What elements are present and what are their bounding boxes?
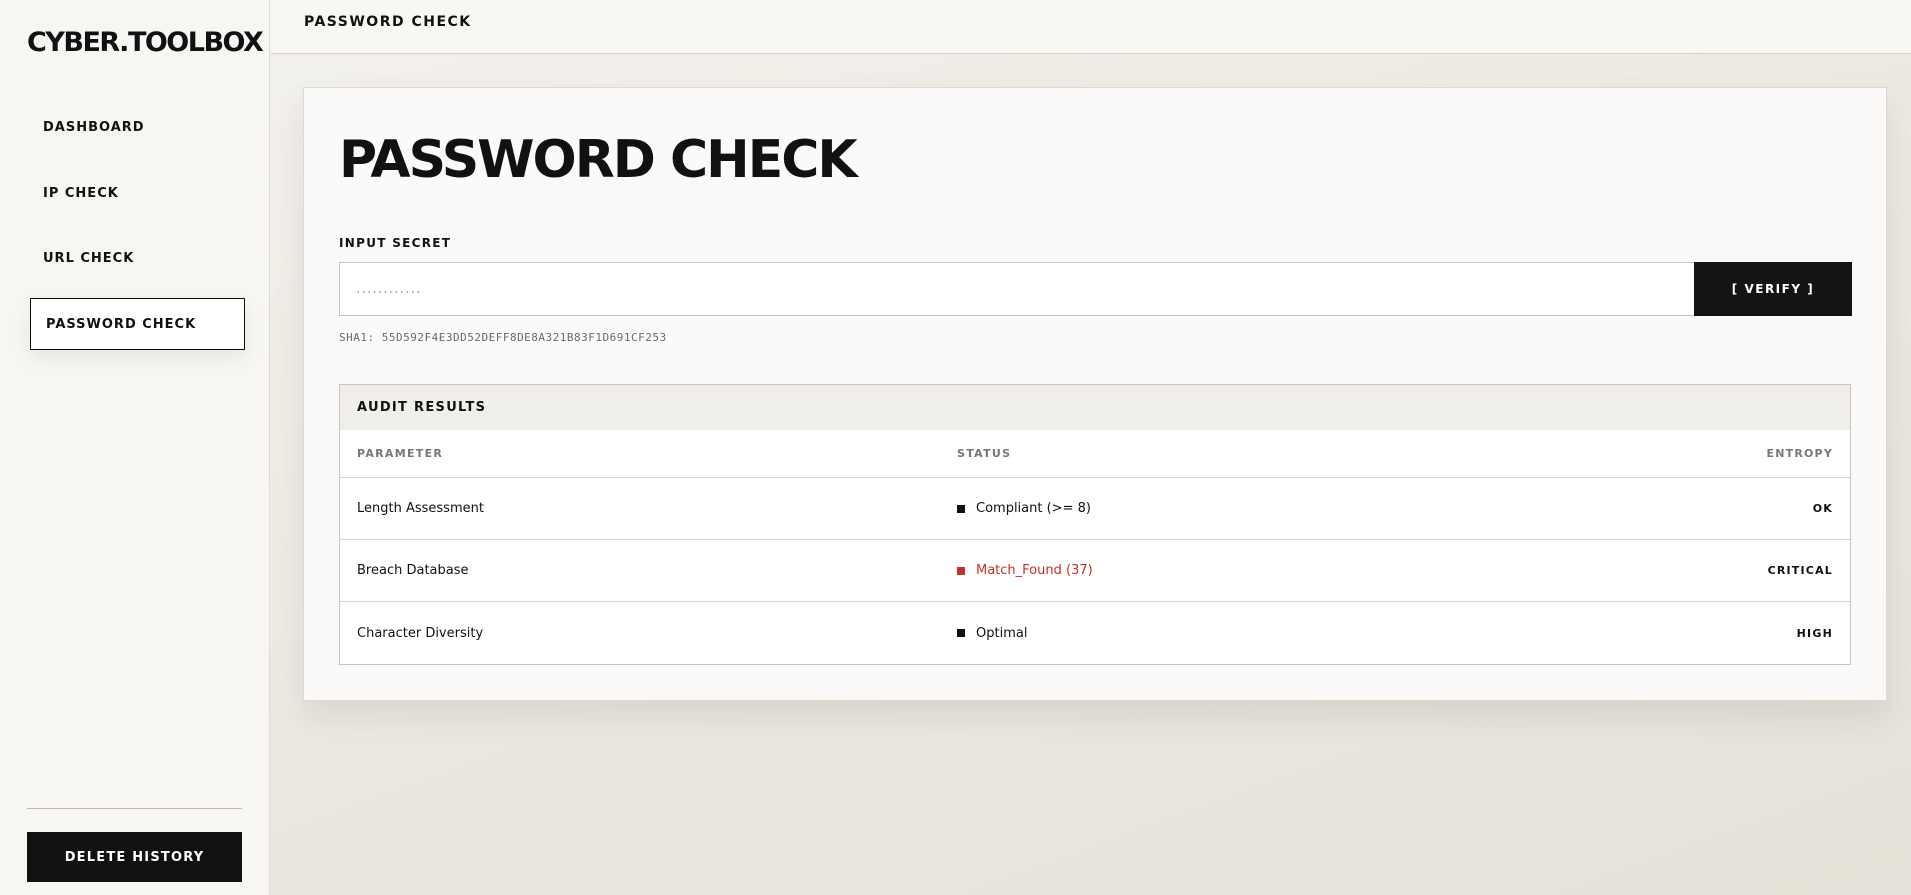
sidebar-item-label: IP CHECK bbox=[43, 185, 119, 201]
status-text: Optimal bbox=[976, 625, 1028, 641]
column-header-entropy: ENTROPY bbox=[1766, 447, 1833, 460]
sidebar-item-dashboard[interactable]: DASHBOARD bbox=[30, 101, 245, 153]
column-header-parameter: PARAMETER bbox=[357, 447, 444, 460]
parameter-cell: Breach Database bbox=[357, 563, 469, 578]
table-header-row: PARAMETER STATUS ENTROPY bbox=[340, 430, 1850, 478]
audit-results-table: AUDIT RESULTS PARAMETER STATUS ENTROPY L… bbox=[339, 384, 1851, 665]
status-square-icon bbox=[957, 629, 965, 637]
sidebar-item-url-check[interactable]: URL CHECK bbox=[30, 232, 245, 284]
password-check-panel: PASSWORD CHECK INPUT SECRET [ VERIFY ] S… bbox=[303, 87, 1887, 701]
entropy-cell: OK bbox=[1812, 502, 1833, 515]
status-cell: Optimal bbox=[957, 626, 1550, 641]
audit-results-heading: AUDIT RESULTS bbox=[340, 385, 1850, 430]
parameter-cell: Character Diversity bbox=[357, 625, 484, 641]
secret-input[interactable] bbox=[339, 262, 1694, 316]
status-cell: Compliant (>= 8) bbox=[957, 501, 1550, 516]
status-square-icon bbox=[957, 504, 965, 513]
sidebar-item-label: URL CHECK bbox=[43, 250, 135, 266]
app-logo: CYBER.TOOLBOX bbox=[27, 27, 264, 58]
sidebar-item-label: DASHBOARD bbox=[43, 119, 145, 135]
input-secret-label: INPUT SECRET bbox=[339, 236, 452, 250]
verify-button[interactable]: [ VERIFY ] bbox=[1694, 262, 1852, 316]
top-bar: PASSWORD CHECK bbox=[271, 0, 1911, 54]
status-square-icon bbox=[957, 566, 965, 575]
sidebar-divider bbox=[27, 808, 242, 809]
status-text: Compliant (>= 8) bbox=[976, 501, 1091, 516]
entropy-cell: HIGH bbox=[1796, 626, 1833, 640]
status-cell: Match_Found (37) bbox=[957, 563, 1550, 578]
sidebar-item-ip-check[interactable]: IP CHECK bbox=[30, 167, 245, 219]
parameter-cell: Length Assessment bbox=[357, 501, 484, 516]
column-header-status: STATUS bbox=[957, 447, 1012, 460]
entropy-cell: CRITICAL bbox=[1767, 564, 1833, 577]
table-row: Character Diversity Optimal HIGH bbox=[340, 602, 1850, 664]
table-row: Breach Database Match_Found (37) CRITICA… bbox=[340, 540, 1850, 602]
delete-history-button[interactable]: DELETE HISTORY bbox=[27, 832, 242, 882]
table-row: Length Assessment Compliant (>= 8) OK bbox=[340, 478, 1850, 540]
breadcrumb: PASSWORD CHECK bbox=[304, 14, 472, 30]
status-text: Match_Found (37) bbox=[976, 563, 1093, 578]
sha1-hash: SHA1: 55D592F4E3DD52DEFF8DE8A321B83F1D69… bbox=[339, 331, 667, 344]
sidebar-item-password-check[interactable]: PASSWORD CHECK bbox=[30, 298, 245, 350]
sidebar-item-label: PASSWORD CHECK bbox=[46, 316, 197, 332]
sidebar: CYBER.TOOLBOX DASHBOARD IP CHECK URL CHE… bbox=[0, 0, 270, 895]
page-title: PASSWORD CHECK bbox=[339, 130, 858, 190]
